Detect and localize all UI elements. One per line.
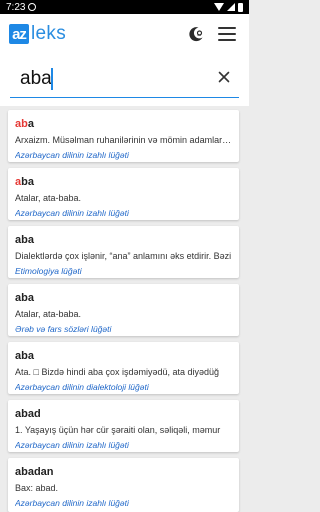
dark-mode-toggle-button[interactable]	[186, 24, 206, 44]
status-right	[214, 2, 243, 12]
result-source: Etimologiya lüğəti	[15, 266, 82, 276]
app-logo: az leks	[9, 23, 66, 45]
result-source: Ərəb və fars sözləri lüğəti	[15, 324, 112, 334]
result-word-rest: ba	[21, 176, 34, 188]
result-card[interactable]: aba Atalar, ata-baba. Ərəb və fars sözlə…	[8, 284, 239, 336]
menu-icon-bar	[218, 39, 236, 41]
result-word-rest: aba	[15, 292, 34, 304]
close-icon	[218, 71, 230, 83]
menu-icon-bar	[218, 33, 236, 35]
result-word-rest: abadan	[15, 466, 54, 478]
status-left: 7:23	[6, 1, 37, 13]
search-input[interactable]	[10, 60, 239, 98]
text-cursor	[51, 68, 53, 90]
wifi-icon	[214, 3, 224, 11]
logo-text: leks	[31, 23, 66, 44]
result-source: Azərbaycan dilinin izahlı lüğəti	[15, 498, 129, 508]
result-card[interactable]: abad 1. Yaşayış üçün hər cür şəraiti ola…	[8, 400, 239, 452]
result-source: Azərbaycan dilinin izahlı lüğəti	[15, 440, 129, 450]
status-time: 7:23	[6, 1, 26, 13]
result-definition: 1. Yaşayış üçün hər cür şəraiti olan, sə…	[15, 425, 221, 435]
result-word: aba	[15, 292, 232, 305]
menu-button[interactable]	[218, 27, 236, 41]
result-word: abadan	[15, 466, 232, 479]
result-word-highlight: ab	[15, 118, 28, 130]
result-card[interactable]: aba Atalar, ata-baba. Azərbaycan dilinin…	[8, 168, 239, 220]
result-source: Azərbaycan dilinin izahlı lüğəti	[15, 150, 129, 160]
result-definition: Atalar, ata-baba.	[15, 193, 82, 203]
result-word: aba	[15, 118, 232, 131]
clear-search-button[interactable]	[216, 69, 232, 85]
result-word-rest: aba	[15, 234, 34, 246]
result-word-rest: a	[27, 118, 34, 130]
result-definition: Atalar, ata-baba.	[15, 309, 82, 319]
result-card[interactable]: abadan Bax: abad. Azərbaycan dilinin iza…	[8, 458, 239, 512]
result-card[interactable]: aba Ata. □ Bizdə hindi aba çox işdəmiyəd…	[8, 342, 239, 394]
result-word: aba	[15, 176, 232, 189]
result-card[interactable]: aba Arxaizm. Müsəlman ruhanilərinin və m…	[8, 110, 239, 162]
result-source: Azərbaycan dilinin izahlı lüğəti	[15, 208, 129, 218]
settings-status-icon	[28, 3, 37, 11]
result-word: aba	[15, 350, 232, 363]
result-definition: Bax: abad.	[15, 483, 59, 493]
search-area	[0, 56, 249, 106]
result-source: Azərbaycan dilinin dialektoloji lüğəti	[15, 382, 149, 392]
result-word-rest: abad	[15, 408, 41, 420]
result-card[interactable]: aba Dialektlərdə çox işlənir, “ana” anla…	[8, 226, 239, 278]
result-definition: Arxaizm. Müsəlman ruhanilərinin və mömin…	[15, 135, 232, 145]
logo-mark: az	[9, 24, 29, 44]
menu-icon-bar	[218, 27, 236, 29]
result-definition: Ata. □ Bizdə hindi aba çox işdəmiyədü, a…	[15, 367, 220, 377]
app-header: az leks	[0, 14, 249, 56]
status-bar: 7:23	[0, 0, 249, 14]
moon-icon	[189, 27, 203, 42]
result-definition: Dialektlərdə çox işlənir, “ana” anlamını…	[15, 251, 232, 261]
result-word-rest: aba	[15, 350, 34, 362]
result-word: aba	[15, 234, 232, 247]
cell-signal-icon	[227, 3, 235, 11]
result-word: abad	[15, 408, 232, 421]
battery-icon	[238, 2, 243, 12]
